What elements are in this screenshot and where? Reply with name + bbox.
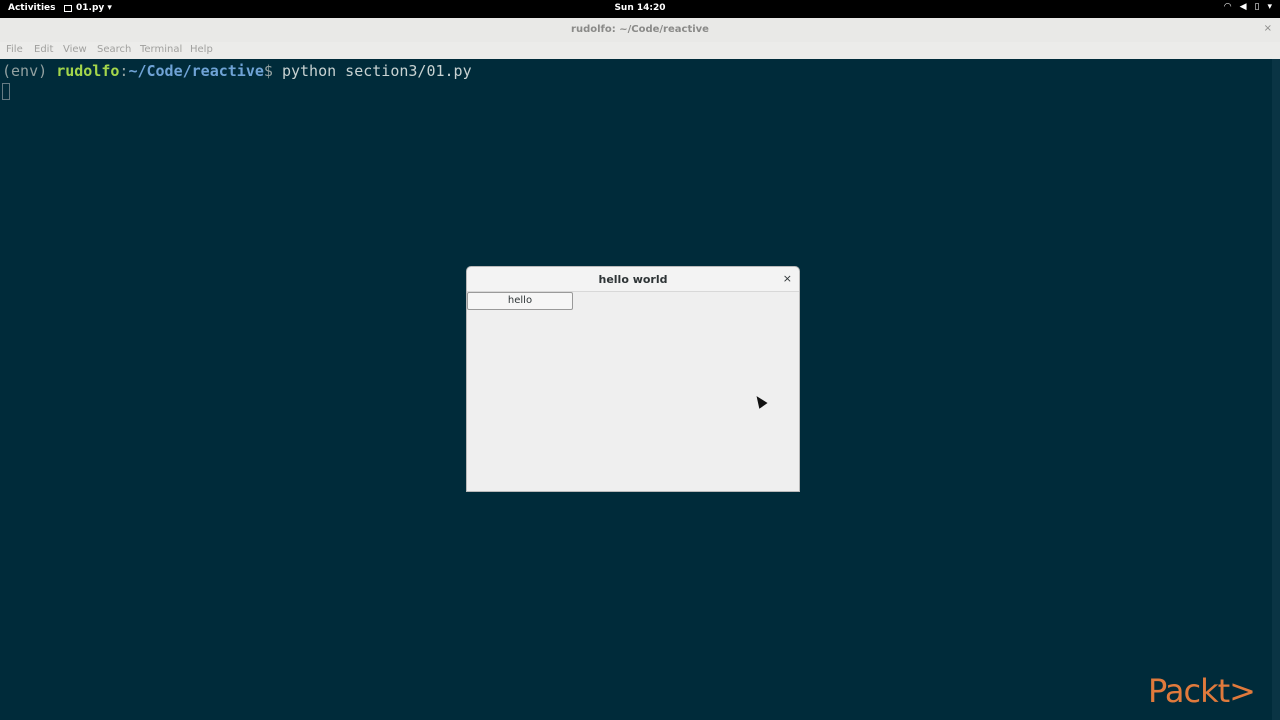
close-icon[interactable]: × xyxy=(1264,23,1272,34)
dialog-titlebar[interactable]: hello world × xyxy=(467,267,799,292)
menu-help[interactable]: Help xyxy=(190,44,213,55)
terminal-prompt-line: (env) rudolfo:~/Code/reactive$ python se… xyxy=(2,62,472,80)
menu-search[interactable]: Search xyxy=(97,44,131,55)
dialog-close-icon[interactable]: × xyxy=(783,272,792,285)
prompt-command: python section3/01.py xyxy=(281,62,472,80)
hello-world-window: hello world × hello xyxy=(466,266,800,492)
prompt-user: rudolfo xyxy=(56,62,120,80)
menu-arrow-icon: ▾ xyxy=(1267,2,1272,12)
prompt-dollar: $ xyxy=(263,62,282,80)
menu-file[interactable]: File xyxy=(6,44,23,55)
menu-view[interactable]: View xyxy=(63,44,87,55)
clock[interactable]: Sun 14:20 xyxy=(0,3,1280,13)
wifi-icon: ◠ xyxy=(1223,2,1232,12)
menu-edit[interactable]: Edit xyxy=(34,44,53,55)
terminal-titlebar: rudolfo: ~/Code/reactive × xyxy=(0,18,1280,43)
dialog-title: hello world xyxy=(598,273,668,286)
volume-icon: ◀ xyxy=(1239,2,1247,12)
top-bar: Activities 01.py ▾ Sun 14:20 ◠ ◀ ▯ ▾ xyxy=(0,0,1280,18)
prompt-env: (env) xyxy=(2,62,57,80)
window-title: rudolfo: ~/Code/reactive xyxy=(571,24,709,35)
status-area[interactable]: ◠ ◀ ▯ ▾ xyxy=(1224,2,1272,12)
hello-button[interactable]: hello xyxy=(467,292,573,310)
menu-terminal[interactable]: Terminal xyxy=(140,44,182,55)
terminal-scrollbar[interactable] xyxy=(1272,59,1280,720)
packt-logo: Packt> xyxy=(1148,672,1256,710)
terminal-cursor xyxy=(2,83,10,100)
menu-bar: File Edit View Search Terminal Help xyxy=(0,42,1280,59)
prompt-path: ~/Code/reactive xyxy=(128,62,264,80)
battery-icon: ▯ xyxy=(1254,2,1260,12)
